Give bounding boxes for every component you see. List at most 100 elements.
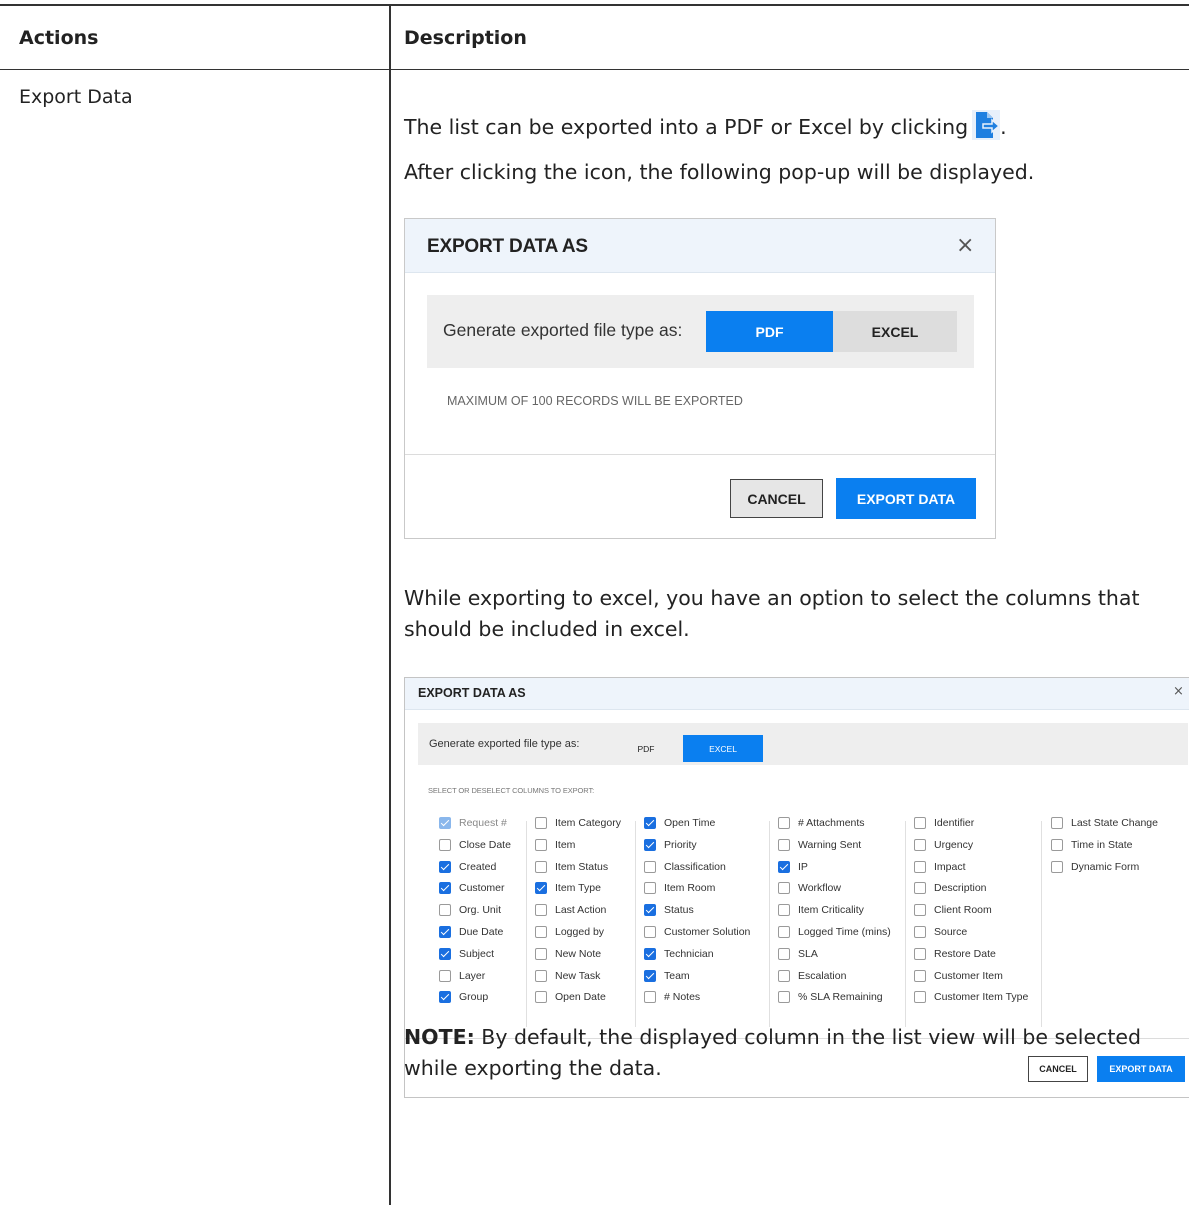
checkbox-icon[interactable] xyxy=(644,991,656,1004)
checkbox-icon[interactable] xyxy=(778,817,790,829)
checkbox-icon[interactable] xyxy=(644,838,656,851)
checkbox-icon[interactable] xyxy=(644,904,656,917)
column-option[interactable]: Customer Item xyxy=(914,965,1003,987)
checkbox-icon[interactable] xyxy=(644,969,656,982)
column-option[interactable]: # Attachments xyxy=(778,812,865,834)
column-option[interactable]: Group xyxy=(439,986,488,1008)
checkbox-icon[interactable] xyxy=(439,904,451,917)
column-option[interactable]: Description xyxy=(914,877,987,899)
column-option[interactable]: Status xyxy=(644,899,694,921)
checkbox-icon[interactable] xyxy=(439,860,451,873)
checkbox-icon[interactable] xyxy=(778,860,790,873)
checkbox-icon[interactable] xyxy=(644,926,656,938)
checkbox-icon[interactable] xyxy=(914,991,926,1004)
column-option[interactable]: Item Type xyxy=(535,877,601,899)
column-option[interactable]: Org. Unit xyxy=(439,899,501,921)
checkbox-icon[interactable] xyxy=(1051,860,1063,873)
column-option[interactable]: Layer xyxy=(439,965,485,987)
checkbox-icon[interactable] xyxy=(914,882,926,895)
column-option[interactable]: Technician xyxy=(644,943,714,965)
column-option[interactable]: Item Category xyxy=(535,812,621,834)
checkbox-icon[interactable] xyxy=(535,817,547,829)
column-option[interactable]: Restore Date xyxy=(914,943,996,965)
checkbox-icon[interactable] xyxy=(535,904,547,917)
column-option[interactable]: Priority xyxy=(644,834,697,856)
checkbox-icon[interactable] xyxy=(1051,817,1063,829)
excel-toggle-button[interactable]: EXCEL xyxy=(683,735,763,762)
checkbox-icon[interactable] xyxy=(535,947,547,960)
checkbox-icon[interactable] xyxy=(778,904,790,917)
column-option[interactable]: New Task xyxy=(535,965,600,987)
pdf-toggle-button[interactable]: PDF xyxy=(609,735,683,762)
checkbox-icon[interactable] xyxy=(644,817,656,829)
column-option[interactable]: Team xyxy=(644,965,690,987)
column-option[interactable]: Urgency xyxy=(914,834,973,856)
checkbox-icon[interactable] xyxy=(778,991,790,1004)
column-option[interactable]: Last State Change xyxy=(1051,812,1158,834)
checkbox-icon[interactable] xyxy=(644,882,656,895)
column-option[interactable]: Warning Sent xyxy=(778,834,861,856)
column-option[interactable]: Close Date xyxy=(439,834,511,856)
column-option[interactable]: Customer Solution xyxy=(644,921,750,943)
checkbox-icon[interactable] xyxy=(439,991,451,1004)
checkbox-icon[interactable] xyxy=(914,860,926,873)
checkbox-icon[interactable] xyxy=(439,817,451,829)
column-option[interactable]: New Note xyxy=(535,943,601,965)
column-option[interactable]: Logged Time (mins) xyxy=(778,921,891,943)
column-option[interactable]: Item Criticality xyxy=(778,899,864,921)
column-option[interactable]: Logged by xyxy=(535,921,604,943)
checkbox-icon[interactable] xyxy=(535,860,547,873)
checkbox-icon[interactable] xyxy=(644,947,656,960)
column-option[interactable]: Request # xyxy=(439,812,507,834)
column-option[interactable]: Source xyxy=(914,921,967,943)
excel-toggle-button[interactable]: EXCEL xyxy=(833,311,957,352)
column-option[interactable]: Customer Item Type xyxy=(914,986,1028,1008)
column-option[interactable]: Dynamic Form xyxy=(1051,856,1139,878)
cancel-button[interactable]: CANCEL xyxy=(730,479,823,518)
column-option[interactable]: # Notes xyxy=(644,986,700,1008)
checkbox-icon[interactable] xyxy=(778,947,790,960)
column-option[interactable]: Last Action xyxy=(535,899,606,921)
column-option[interactable]: Open Time xyxy=(644,812,715,834)
checkbox-icon[interactable] xyxy=(914,904,926,917)
checkbox-icon[interactable] xyxy=(535,969,547,982)
pdf-toggle-button[interactable]: PDF xyxy=(706,311,833,352)
checkbox-icon[interactable] xyxy=(778,969,790,982)
column-option[interactable]: Classification xyxy=(644,856,726,878)
checkbox-icon[interactable] xyxy=(439,882,451,895)
checkbox-icon[interactable] xyxy=(439,969,451,982)
column-option[interactable]: Created xyxy=(439,856,496,878)
close-icon[interactable]: × xyxy=(1173,684,1184,699)
column-option[interactable]: % SLA Remaining xyxy=(778,986,883,1008)
column-option[interactable]: Item xyxy=(535,834,575,856)
checkbox-icon[interactable] xyxy=(1051,838,1063,851)
column-option[interactable]: Due Date xyxy=(439,921,503,943)
checkbox-icon[interactable] xyxy=(778,926,790,938)
column-option[interactable]: SLA xyxy=(778,943,818,965)
close-icon[interactable]: × xyxy=(956,233,974,258)
checkbox-icon[interactable] xyxy=(914,838,926,851)
column-option[interactable]: Time in State xyxy=(1051,834,1132,856)
checkbox-icon[interactable] xyxy=(914,926,926,938)
checkbox-icon[interactable] xyxy=(778,882,790,895)
column-option[interactable]: Client Room xyxy=(914,899,992,921)
checkbox-icon[interactable] xyxy=(439,947,451,960)
checkbox-icon[interactable] xyxy=(644,860,656,873)
checkbox-icon[interactable] xyxy=(778,838,790,851)
column-option[interactable]: Item Status xyxy=(535,856,608,878)
column-option[interactable]: Escalation xyxy=(778,965,846,987)
column-option[interactable]: Customer xyxy=(439,877,505,899)
column-option[interactable]: Subject xyxy=(439,943,494,965)
checkbox-icon[interactable] xyxy=(439,926,451,938)
column-option[interactable]: Workflow xyxy=(778,877,841,899)
checkbox-icon[interactable] xyxy=(914,969,926,982)
checkbox-icon[interactable] xyxy=(535,838,547,851)
column-option[interactable]: Identifier xyxy=(914,812,974,834)
column-option[interactable]: Item Room xyxy=(644,877,715,899)
checkbox-icon[interactable] xyxy=(914,947,926,960)
checkbox-icon[interactable] xyxy=(535,882,547,895)
checkbox-icon[interactable] xyxy=(914,817,926,829)
column-option[interactable]: Open Date xyxy=(535,986,606,1008)
column-option[interactable]: Impact xyxy=(914,856,966,878)
column-option[interactable]: IP xyxy=(778,856,808,878)
